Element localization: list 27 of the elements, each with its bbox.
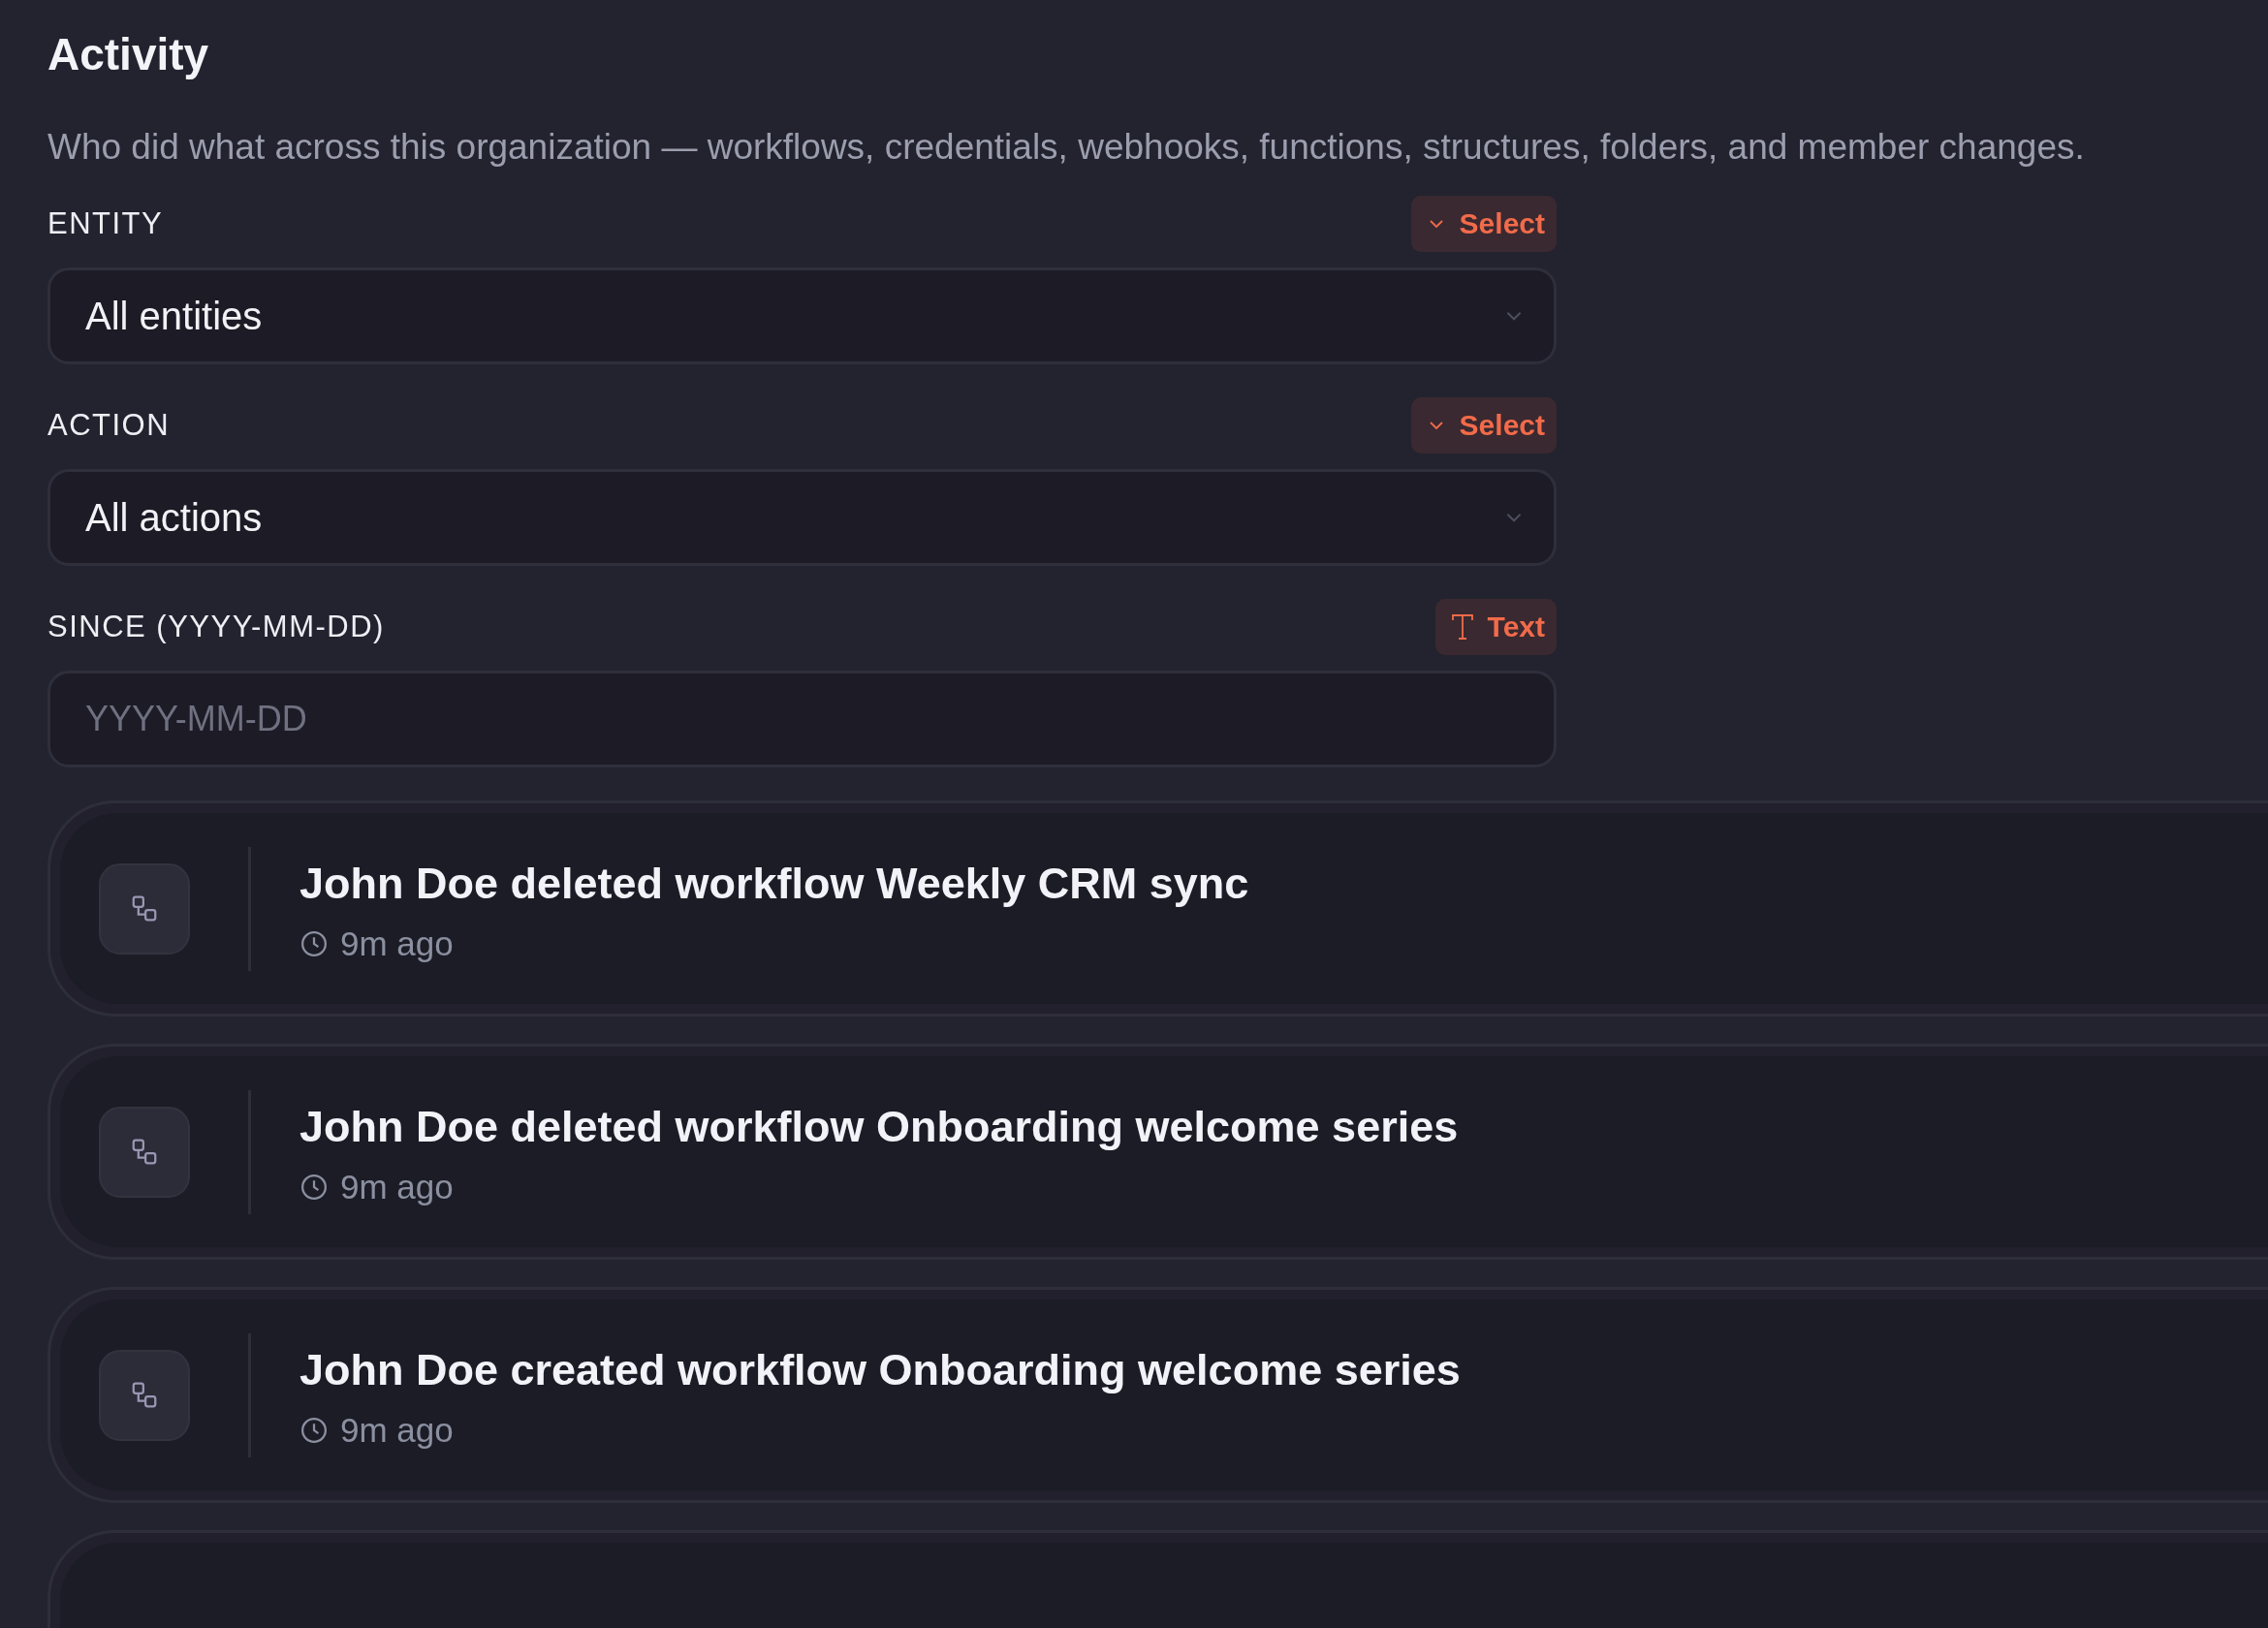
activity-title: John Doe created workflow Onboarding welcome series (299, 1343, 1461, 1396)
field-label: SINCE (YYYY-MM-DD) (47, 610, 385, 644)
activity-title: John Doe deleted workflow Onboarding welcome series (299, 1100, 1459, 1153)
activity-time: 9m ago (340, 1167, 454, 1206)
page-title: Activity (47, 28, 210, 81)
clock-icon (299, 1172, 329, 1202)
select-type-button[interactable]: Select (1410, 196, 1557, 252)
clock-icon (299, 928, 329, 958)
activity-card[interactable]: John Doe created workflow Onboarding welcome series 9m ago (47, 1287, 2268, 1503)
text-type-icon (1450, 613, 1474, 641)
activity-card[interactable]: John Doe deleted workflow Onboarding welcome series 9m ago (47, 1044, 2268, 1260)
workflow-icon (99, 862, 190, 955)
select-field[interactable]: All entities (47, 267, 1557, 364)
workflow-icon (99, 1349, 190, 1441)
field-label: ENTITY (47, 206, 164, 241)
field-label: ACTION (47, 408, 171, 443)
workflow-icon (99, 1106, 190, 1198)
page-description: Who did what across this organization — workflows, credentials, webhooks, functions, structures, folders, and member changes. (47, 126, 2086, 169)
activity-time: 9m ago (340, 924, 454, 963)
text-type-button[interactable]: Text (1434, 599, 1557, 655)
select-type-button[interactable]: Select (1410, 397, 1557, 454)
activity-card[interactable]: John Doe deleted workflow Weekly CRM sync 9m ago (47, 800, 2268, 1017)
clock-icon (299, 1415, 329, 1445)
activity-time: 9m ago (340, 1410, 454, 1450)
select-field[interactable]: All actions (47, 469, 1557, 566)
date-input-field[interactable]: YYYY-MM-DD (47, 671, 1557, 767)
activity-title: John Doe deleted workflow Weekly CRM sync (299, 857, 1249, 910)
